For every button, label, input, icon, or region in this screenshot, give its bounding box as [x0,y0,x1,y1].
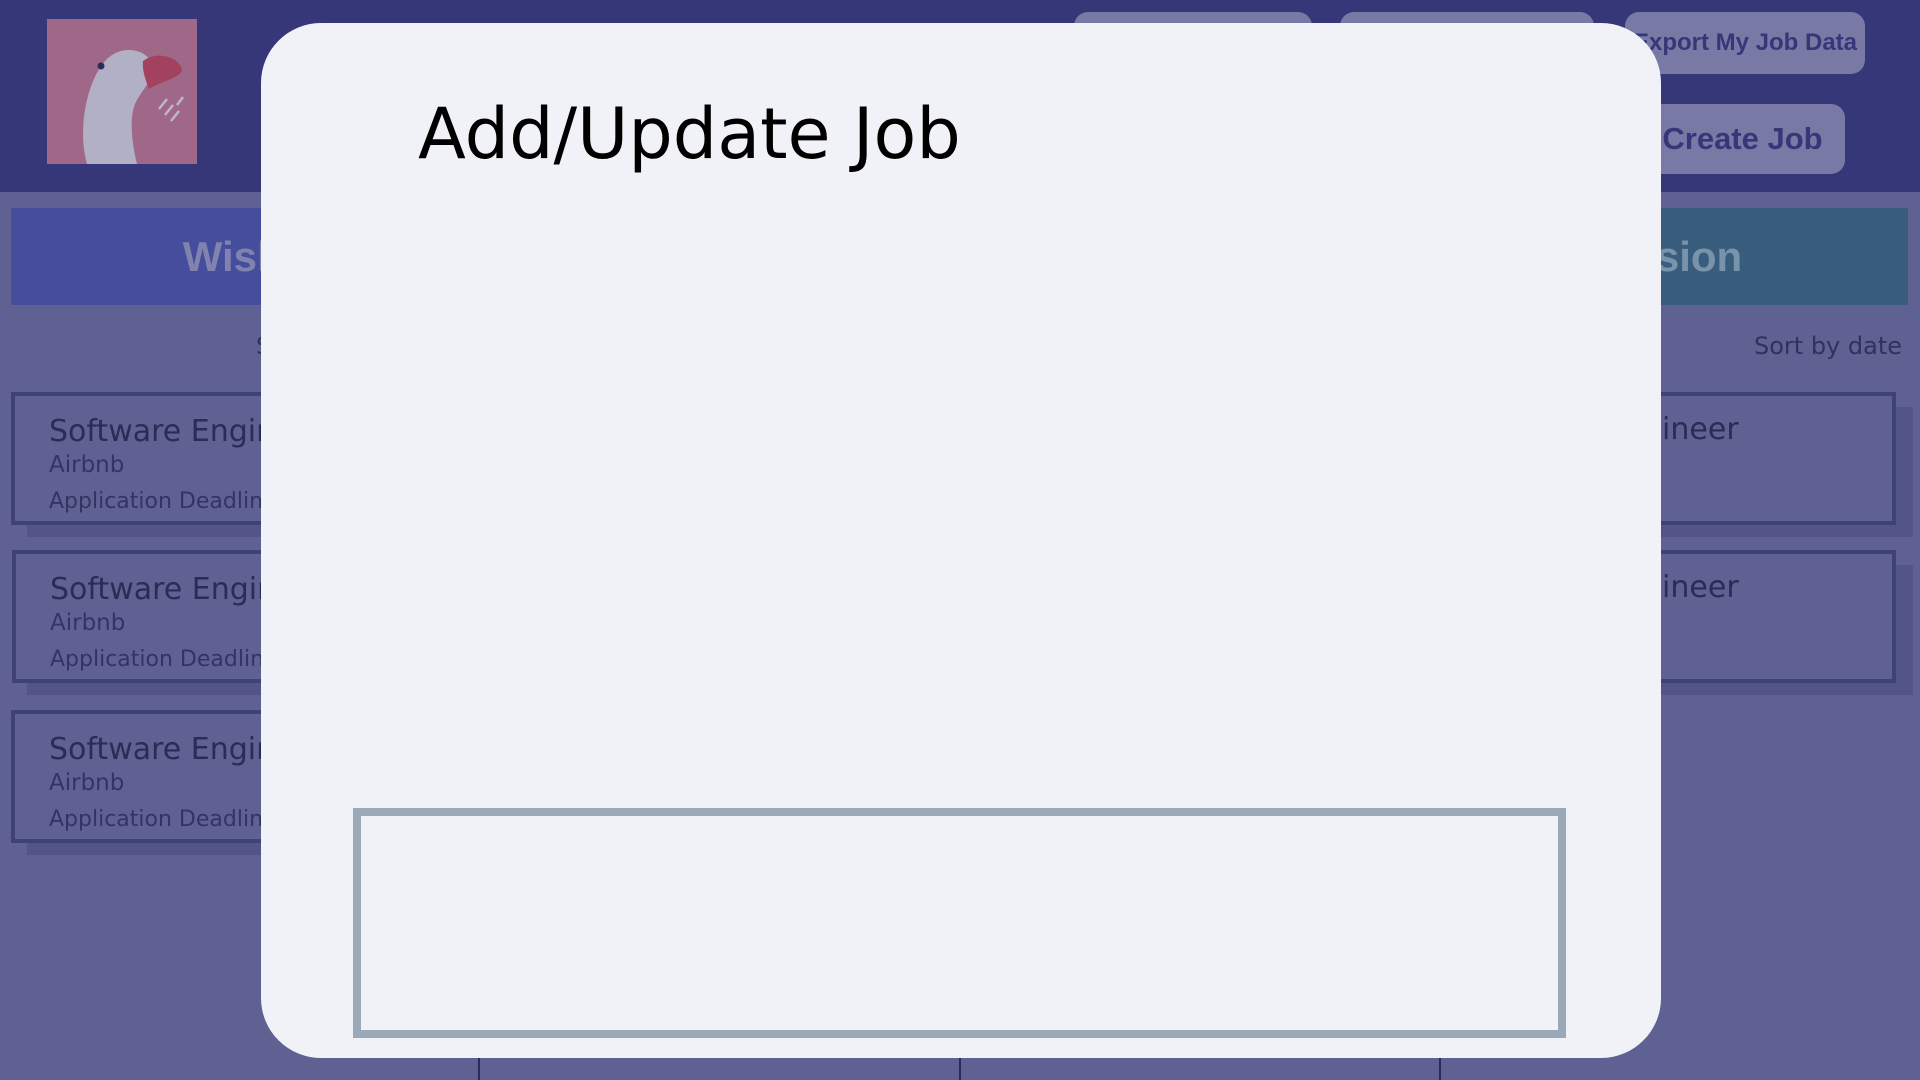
modal-title: Add/Update Job [418,93,961,175]
add-update-job-modal: Add/Update Job [261,23,1661,1058]
modal-content-box[interactable] [353,808,1566,1038]
